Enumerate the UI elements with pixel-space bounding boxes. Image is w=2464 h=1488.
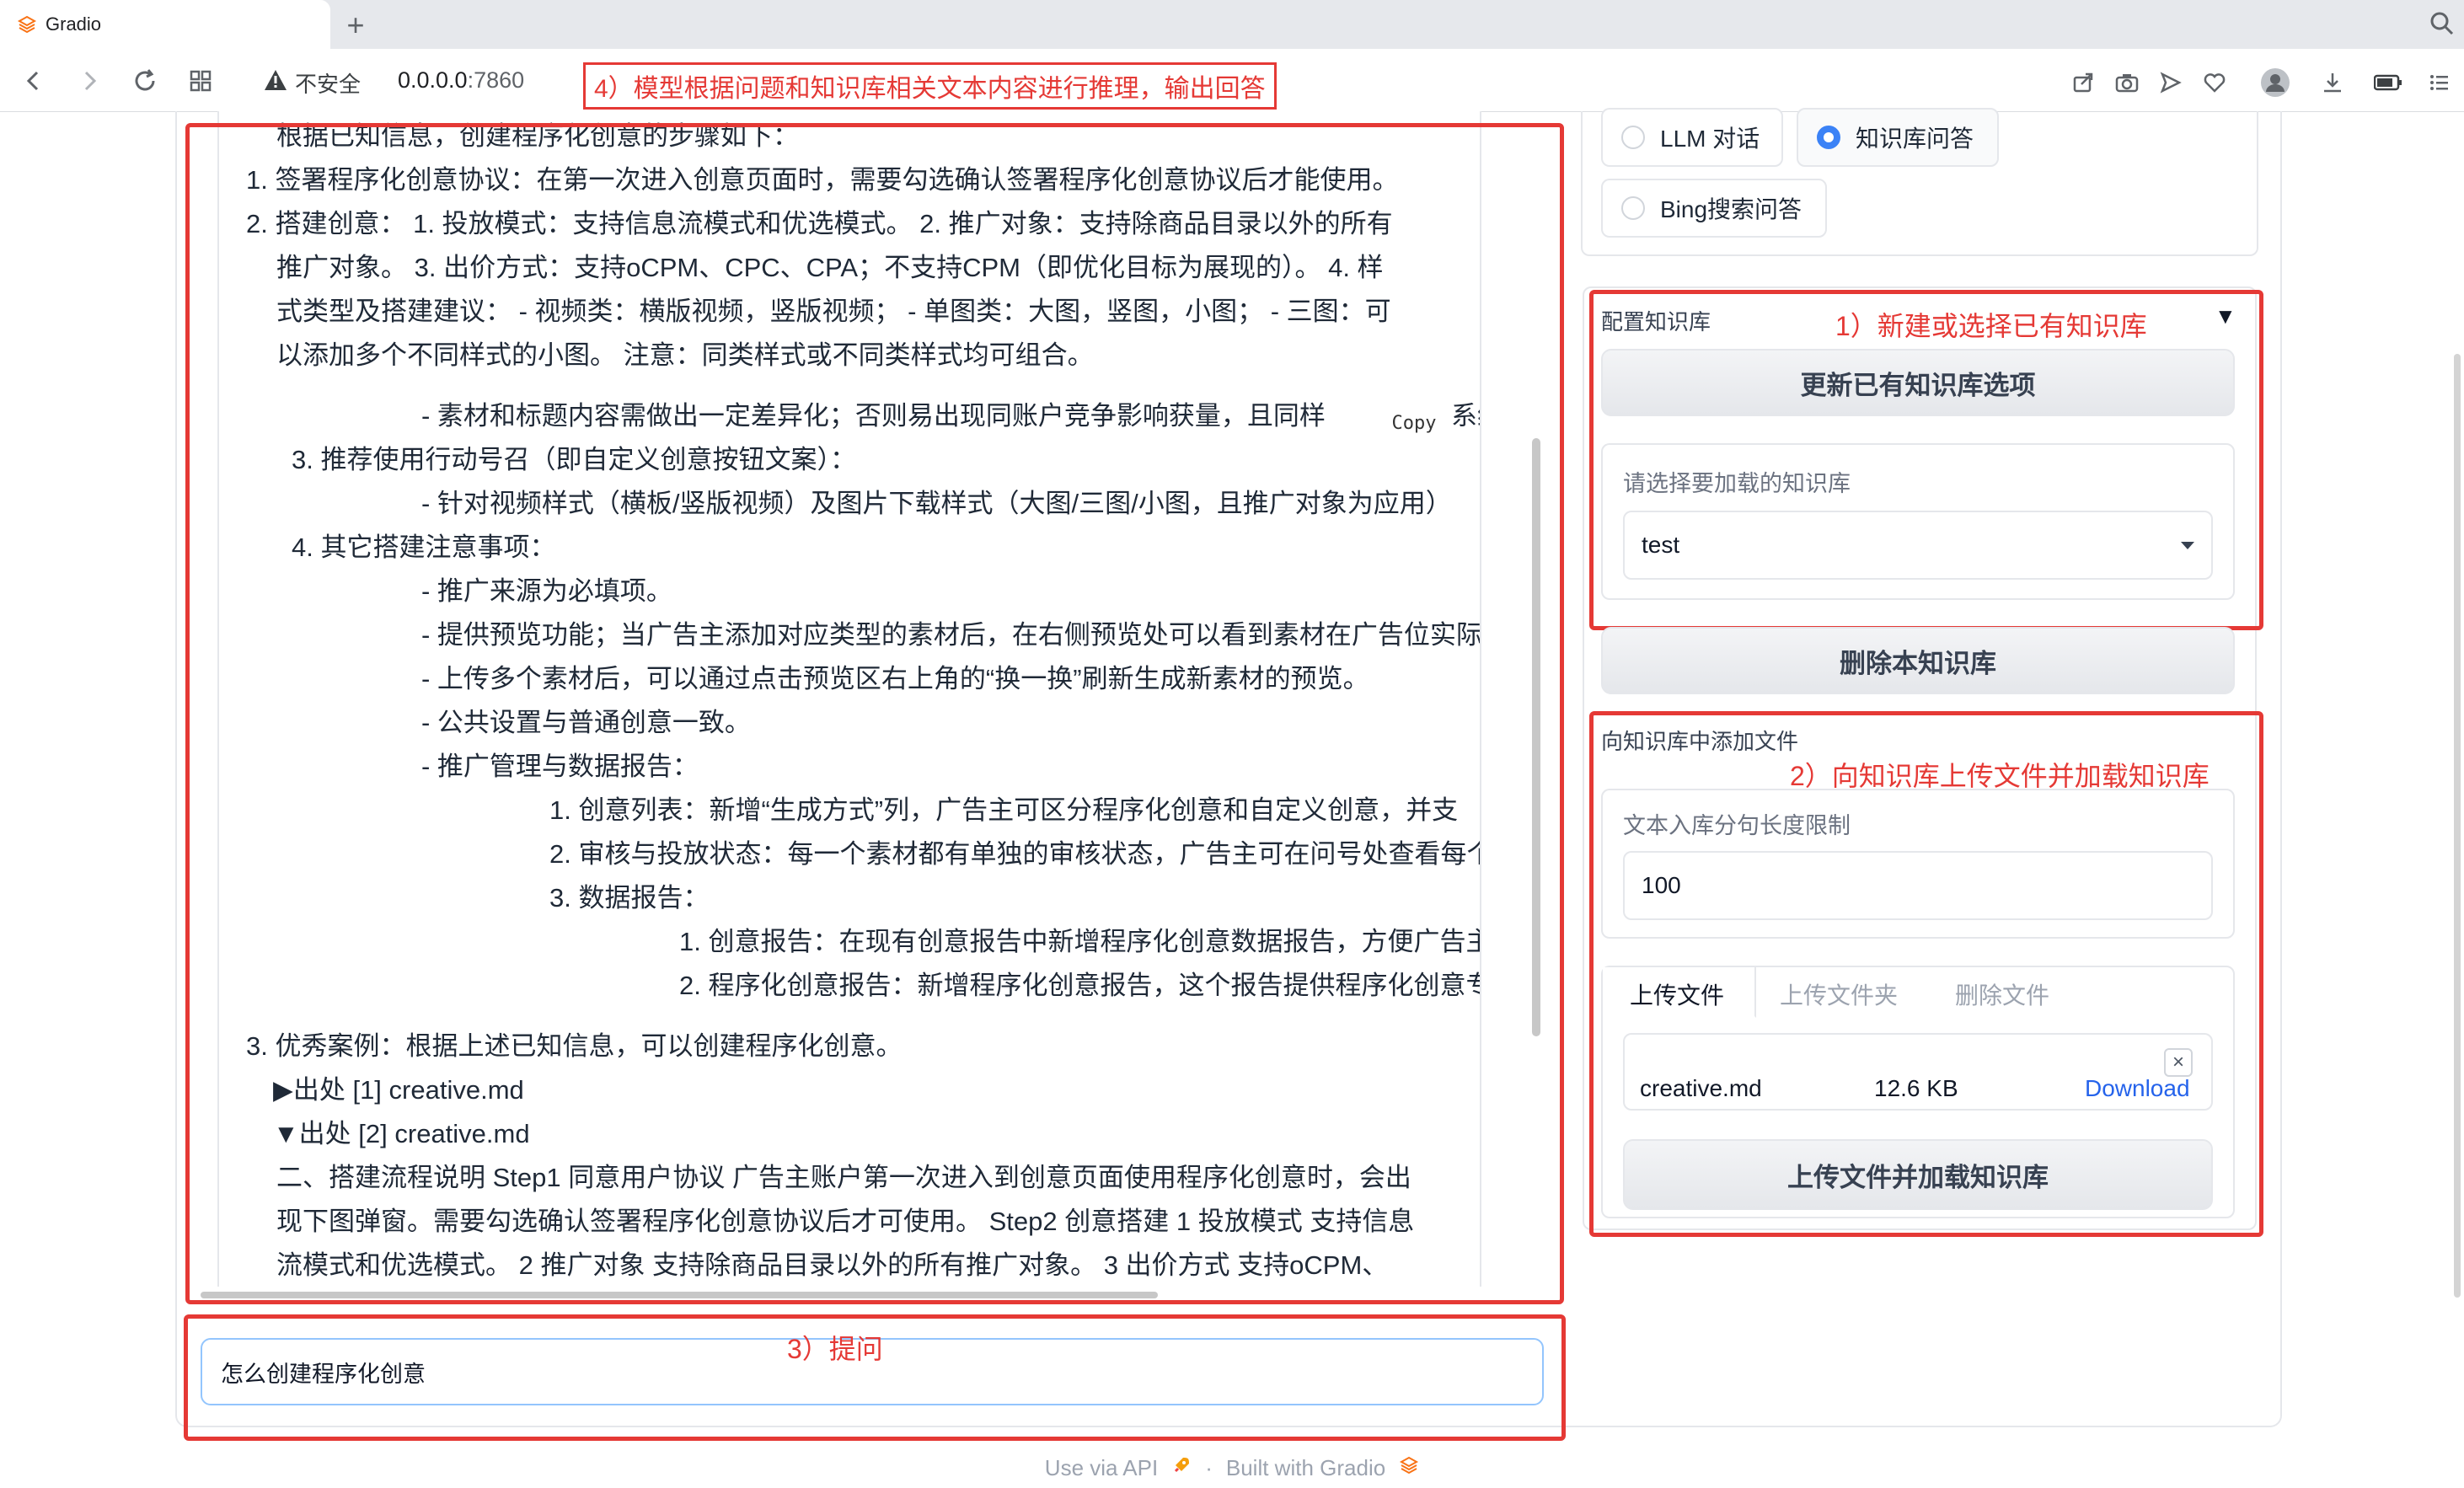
rocket-icon [1171,1455,1192,1481]
radio-checked-icon [1817,126,1840,149]
browser-tab[interactable]: Gradio [0,0,330,49]
radio-unchecked-icon [1621,196,1645,220]
annotation-step4: 4）模型根据问题和知识库相关文本内容进行推理，输出回答 [583,62,1277,110]
heart-icon[interactable] [2198,66,2231,99]
radio-unchecked-icon [1621,126,1645,149]
radio-label: LLM 对话 [1660,126,1760,152]
new-tab-button[interactable]: + [337,7,374,44]
built-with-gradio-link[interactable]: Built with Gradio [1226,1455,1385,1481]
delete-kb-button[interactable]: 删除本知识库 [1601,627,2235,694]
annotation-box-kb [1589,290,2263,630]
menu-icon[interactable] [2422,66,2456,99]
radio-llm-chat[interactable]: LLM 对话 [1601,108,1783,167]
annotation-step3: 3）提问 [787,1334,883,1364]
camera-icon[interactable] [2110,66,2144,99]
gradio-logo-icon [15,13,39,36]
radio-kb-qa[interactable]: 知识库问答 [1797,108,1999,167]
url-port: :7860 [467,67,525,93]
radio-label: 知识库问答 [1856,126,1974,152]
tab-title: Gradio [46,13,102,35]
back-icon[interactable] [15,62,52,99]
tab-grid-icon[interactable] [182,62,219,99]
tab-search-icon[interactable] [2427,8,2457,39]
forward-icon[interactable] [71,62,108,99]
share-icon[interactable] [2066,66,2100,99]
footer-separator: · [1205,1454,1213,1480]
profile-avatar-icon[interactable] [2258,66,2292,99]
url-field[interactable]: 0.0.0.0:7860 [398,67,524,94]
send-icon[interactable] [2154,66,2188,99]
page-scrollbar[interactable] [2454,354,2461,1298]
download-icon[interactable] [2316,66,2349,99]
annotation-box-answer [185,123,1564,1304]
reload-icon[interactable] [126,62,163,99]
radio-label: Bing搜索问答 [1660,196,1802,222]
security-text: 不安全 [295,72,362,97]
use-via-api-link[interactable]: Use via API [1045,1455,1158,1481]
footer: Use via API · Built with Gradio [0,1448,2464,1488]
security-indicator[interactable]: 不安全 [263,67,361,99]
radio-bing-search[interactable]: Bing搜索问答 [1601,179,1827,238]
warning-icon [263,68,288,98]
url-host: 0.0.0.0 [398,67,468,93]
battery-icon [2371,66,2405,99]
gradio-logo-icon [1399,1455,1419,1481]
annotation-box-upload [1589,711,2263,1237]
